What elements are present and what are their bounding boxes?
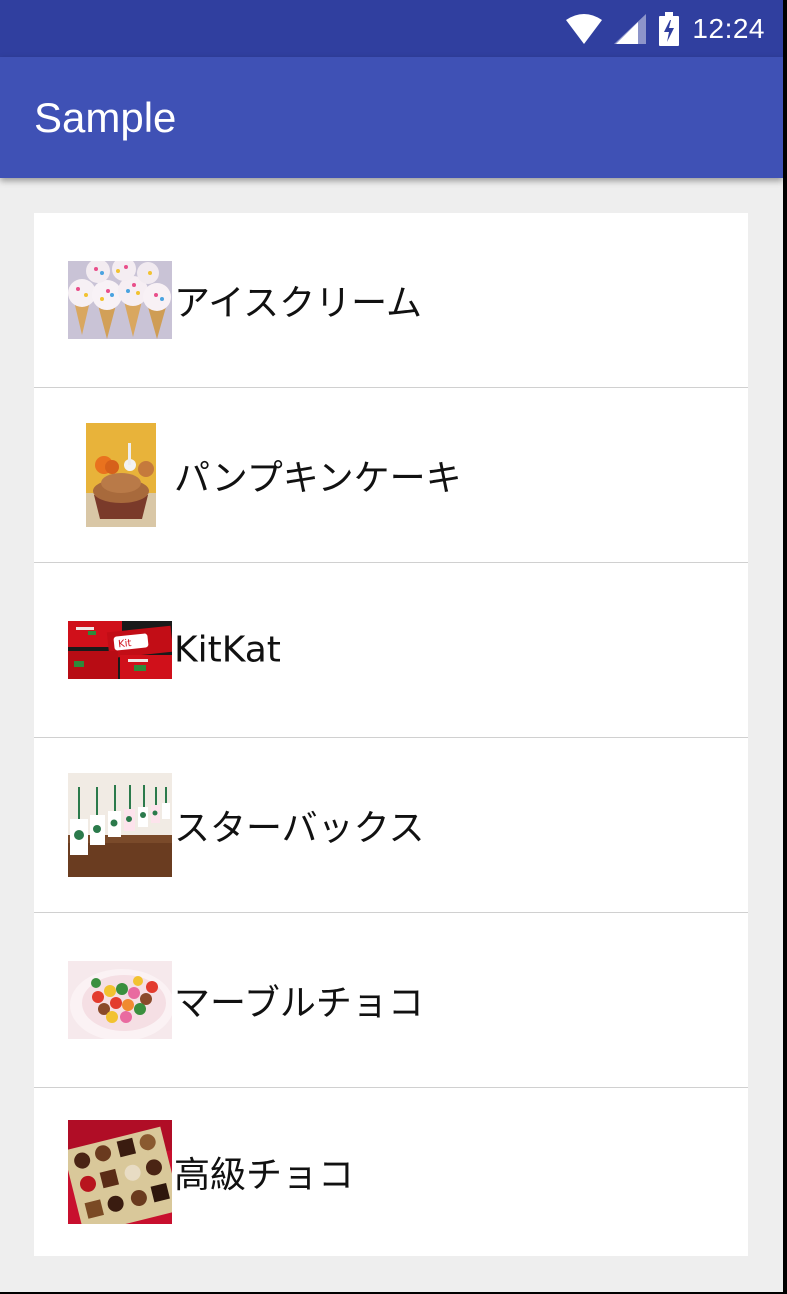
app-title: Sample [34, 94, 177, 141]
list-item-label: KitKat [174, 629, 281, 671]
kitkat-image: Kit [68, 621, 172, 679]
device-frame-edge [783, 0, 787, 1294]
status-time: 12:24 [692, 13, 765, 44]
list-item-label: スターバックス [174, 808, 425, 849]
status-icons: 12:24 [566, 12, 765, 46]
battery-charging-icon [659, 12, 680, 46]
luxury-chocolate-image [68, 1120, 172, 1224]
list-item-label: パンプキンケーキ [174, 458, 462, 499]
status-bar: 12:24 [0, 0, 783, 57]
list-item-label: アイスクリーム [174, 283, 423, 324]
cell-signal-icon [614, 14, 647, 44]
starbucks-image [68, 773, 172, 877]
list-item[interactable]: パンプキンケーキ [34, 388, 748, 563]
list-item[interactable]: 高級チョコ [34, 1088, 748, 1256]
marble-chocolate-image [68, 961, 172, 1039]
app-screen: 12:24 Sample アイスクリーム パンプキンケーキ Kit KitKat… [0, 0, 783, 1292]
list-item[interactable]: マーブルチョコ [34, 913, 748, 1088]
food-list: アイスクリーム パンプキンケーキ Kit KitKat スターバックス マーブル… [34, 213, 748, 1256]
list-item[interactable]: アイスクリーム [34, 213, 748, 388]
svg-text:Kit: Kit [118, 638, 132, 650]
app-bar: Sample [0, 57, 783, 178]
list-item[interactable]: Kit KitKat [34, 563, 748, 738]
wifi-icon [566, 14, 603, 44]
list-item[interactable]: スターバックス [34, 738, 748, 913]
list-item-label: マーブルチョコ [174, 983, 424, 1024]
list-item-label: 高級チョコ [174, 1155, 355, 1196]
pumpkin-cake-image [86, 423, 156, 527]
ice-cream-image [68, 261, 172, 339]
